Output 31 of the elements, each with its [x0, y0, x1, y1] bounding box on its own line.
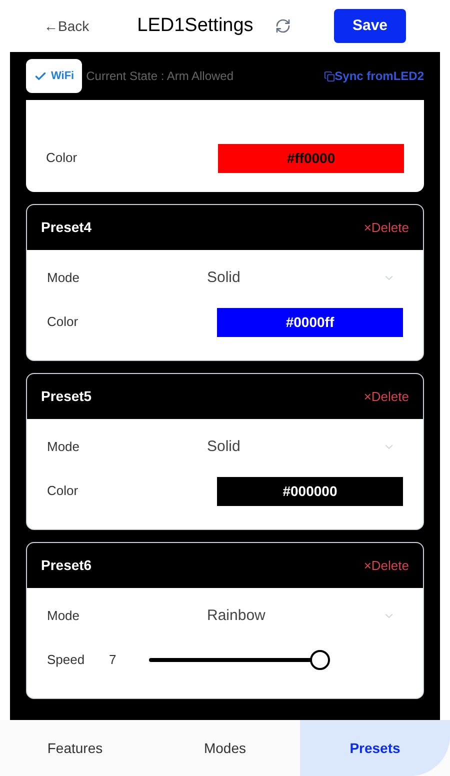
preset-name: Preset5	[41, 387, 92, 406]
row-label: Speed	[47, 651, 86, 670]
speed-slider[interactable]	[149, 650, 329, 670]
row-label: Mode	[47, 607, 81, 626]
preset-name: Preset6	[41, 556, 92, 575]
back-button[interactable]: ←Back	[44, 16, 90, 36]
color-swatch-button[interactable]: #0000ff	[217, 308, 403, 336]
save-button[interactable]: Save	[334, 9, 406, 43]
row-label: Mode	[47, 438, 81, 456]
color-swatch-button[interactable]: #ff0000	[218, 144, 404, 172]
refresh-icon[interactable]	[275, 18, 292, 34]
bottom-tab[interactable]: Modes	[150, 720, 300, 776]
row-label: Color	[47, 313, 80, 332]
mode-select[interactable]: Rainbow	[207, 599, 403, 633]
bottom-tab[interactable]: Presets	[300, 720, 450, 776]
connection-state: Current State : Arm Allowed	[86, 68, 235, 85]
delete-button[interactable]: ×Delete	[364, 386, 409, 406]
color-swatch-button[interactable]: #000000	[217, 476, 403, 506]
mode-select[interactable]: Solid	[207, 261, 403, 295]
row-label: Mode	[47, 269, 81, 288]
wifi-badge[interactable]: WiFi	[26, 59, 82, 93]
copy-icon	[324, 70, 335, 82]
page-title: LED1Settings	[137, 14, 254, 38]
delete-button[interactable]: ×Delete	[364, 556, 409, 576]
preset-name: Preset4	[41, 218, 92, 237]
row-label: Color	[47, 482, 80, 500]
speed-value: 7	[109, 651, 118, 670]
delete-button[interactable]: ×Delete	[364, 218, 409, 238]
mode-select[interactable]: Solid	[207, 430, 403, 464]
row-label: Color	[46, 149, 78, 168]
bottom-tab[interactable]: Features	[0, 720, 150, 776]
